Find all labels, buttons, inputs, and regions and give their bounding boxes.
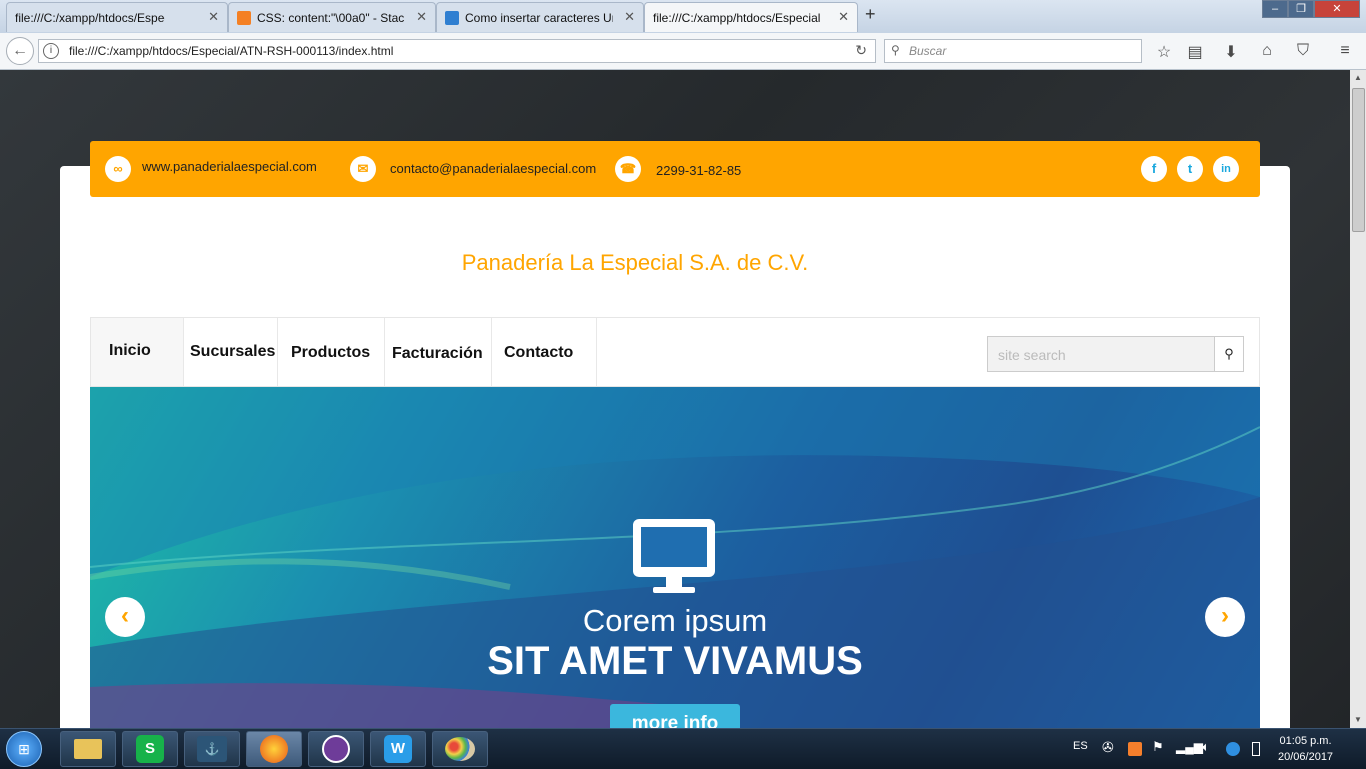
site-search-input[interactable]: site search ⚲ bbox=[987, 336, 1244, 372]
mail-icon: ✉ bbox=[350, 156, 376, 182]
nav-label: Inicio bbox=[109, 342, 151, 359]
stackoverflow-favicon-icon bbox=[237, 10, 251, 25]
scrollbar-thumb[interactable] bbox=[1352, 88, 1365, 232]
hero-slider: ‹ › Corem ipsum SIT AMET VIVAMUS more in… bbox=[90, 387, 1260, 728]
close-tab-icon[interactable]: ✕ bbox=[208, 3, 219, 31]
reload-icon[interactable]: ↻ bbox=[855, 42, 867, 59]
system-clock[interactable]: 01:05 p.m. 20/06/2017 bbox=[1278, 733, 1333, 765]
maximize-button[interactable]: ❐ bbox=[1288, 0, 1314, 18]
github-app-icon[interactable] bbox=[308, 731, 364, 767]
browser-tab-bar: file:///C:/xampp/htdocs/Especial ✕ CSS: … bbox=[0, 0, 1366, 33]
page-scrollbar[interactable]: ▲ ▼ bbox=[1350, 70, 1366, 728]
tab-title: CSS: content:"\00a0" - Stack bbox=[257, 10, 405, 25]
bookmark-star-icon[interactable]: ☆ bbox=[1154, 42, 1174, 62]
writer-app-icon[interactable]: W bbox=[370, 731, 426, 767]
pocket-icon[interactable]: ⛉ bbox=[1293, 42, 1313, 60]
search-icon: ⚲ bbox=[891, 43, 900, 57]
linkedin-icon[interactable]: in bbox=[1213, 156, 1239, 182]
nav-label: Contacto bbox=[504, 344, 574, 361]
nav-item-facturacion[interactable]: Facturación bbox=[385, 318, 492, 386]
language-indicator[interactable]: ES bbox=[1073, 740, 1088, 752]
slider-title: SIT AMET VIVAMUS bbox=[487, 639, 863, 683]
browser-tab-2[interactable]: CSS: content:"\00a0" - Stack ✕ bbox=[228, 2, 436, 32]
slider-subtitle: Corem ipsum bbox=[582, 603, 768, 638]
email-link[interactable]: contacto@panaderialaespecial.com bbox=[390, 161, 596, 176]
website-link[interactable]: www.panaderialaespecial.com bbox=[142, 159, 317, 174]
nav-item-sucursales[interactable]: Sucursales bbox=[184, 318, 278, 386]
new-tab-button[interactable]: + bbox=[865, 4, 876, 25]
nav-label: Facturación bbox=[392, 345, 483, 362]
update-tray-icon[interactable] bbox=[1226, 742, 1240, 756]
site-favicon-icon bbox=[445, 10, 459, 25]
signal-icon[interactable]: ▂▄▆ bbox=[1176, 740, 1203, 754]
action-center-flag-icon[interactable]: ⚑ bbox=[1152, 739, 1164, 755]
nav-item-productos[interactable]: Productos bbox=[278, 318, 385, 386]
main-navigation: Inicio Sucursales Productos Facturación … bbox=[90, 317, 1260, 387]
site-search-placeholder: site search bbox=[998, 347, 1066, 363]
browser-nav-bar: ← i file:///C:/xampp/htdocs/Especial/ATN… bbox=[0, 33, 1366, 70]
xampp-tray-icon[interactable] bbox=[1128, 742, 1142, 756]
reading-list-icon[interactable]: ▤ bbox=[1185, 42, 1205, 62]
windows-taskbar: ⊞ S ⚓ W ES ✇ ⚑ ▂▄▆ 🔈︎ 01:05 p.m. 20/06/2… bbox=[0, 728, 1366, 769]
download-icon[interactable]: ⬇ bbox=[1221, 42, 1241, 62]
address-bar[interactable]: i file:///C:/xampp/htdocs/Especial/ATN-R… bbox=[38, 39, 876, 63]
twitter-icon[interactable]: t bbox=[1177, 156, 1203, 182]
clock-time: 01:05 p.m. bbox=[1279, 735, 1332, 747]
file-explorer-icon[interactable] bbox=[60, 731, 116, 767]
close-tab-icon[interactable]: ✕ bbox=[838, 3, 849, 31]
monitor-icon bbox=[633, 519, 715, 593]
firefox-icon[interactable] bbox=[246, 731, 302, 767]
more-info-button[interactable]: more info bbox=[610, 704, 740, 728]
volume-muted-icon[interactable]: 🔈︎ bbox=[1202, 739, 1210, 755]
brand-title[interactable]: Panadería La Especial S.A. de C.V. bbox=[0, 250, 1270, 276]
clock-date: 20/06/2017 bbox=[1278, 751, 1334, 763]
nav-item-inicio[interactable]: Inicio bbox=[91, 318, 184, 386]
search-placeholder: Buscar bbox=[909, 44, 947, 58]
scroll-up-icon[interactable]: ▲ bbox=[1350, 70, 1366, 86]
link-icon: ∞ bbox=[105, 156, 131, 182]
menu-icon[interactable]: ≡ bbox=[1335, 42, 1355, 60]
search-icon[interactable]: ⚲ bbox=[1214, 337, 1243, 371]
browser-search-input[interactable]: ⚲ Buscar bbox=[884, 39, 1142, 63]
battery-icon[interactable] bbox=[1252, 742, 1260, 756]
browser-tab-4-active[interactable]: file:///C:/xampp/htdocs/Especial ✕ bbox=[644, 2, 858, 32]
mysql-workbench-icon[interactable]: ⚓ bbox=[184, 731, 240, 767]
close-tab-icon[interactable]: ✕ bbox=[416, 3, 427, 31]
tab-title: file:///C:/xampp/htdocs/Especial bbox=[653, 10, 821, 25]
paint-app-icon[interactable] bbox=[432, 731, 488, 767]
home-icon[interactable]: ⌂ bbox=[1257, 42, 1277, 60]
minimize-button[interactable]: – bbox=[1262, 0, 1288, 18]
phone-icon: ☎ bbox=[615, 156, 641, 182]
close-tab-icon[interactable]: ✕ bbox=[624, 3, 635, 31]
back-button[interactable]: ← bbox=[6, 37, 34, 65]
browser-tab-1[interactable]: file:///C:/xampp/htdocs/Especial ✕ bbox=[6, 2, 228, 32]
page-viewport: ∞ www.panaderialaespecial.com ✉ contacto… bbox=[0, 70, 1350, 728]
contact-top-bar: ∞ www.panaderialaespecial.com ✉ contacto… bbox=[90, 141, 1260, 197]
phone-number: 2299-31-82-85 bbox=[656, 163, 742, 178]
info-icon[interactable]: i bbox=[43, 43, 59, 59]
url-text: file:///C:/xampp/htdocs/Especial/ATN-RSH… bbox=[69, 44, 394, 58]
nav-label: Sucursales bbox=[190, 343, 276, 360]
tab-title: file:///C:/xampp/htdocs/Especial bbox=[15, 10, 165, 25]
start-button-icon[interactable]: ⊞ bbox=[6, 731, 42, 767]
browser-tab-3[interactable]: Como insertar caracteres Uni ✕ bbox=[436, 2, 644, 32]
spreadsheet-app-icon[interactable]: S bbox=[122, 731, 178, 767]
facebook-icon[interactable]: f bbox=[1141, 156, 1167, 182]
nav-label: Productos bbox=[291, 344, 371, 361]
network-share-icon[interactable]: ✇ bbox=[1102, 739, 1114, 756]
close-window-button[interactable]: ✕ bbox=[1314, 0, 1360, 18]
tab-title: Como insertar caracteres Uni bbox=[465, 10, 613, 25]
nav-item-contacto[interactable]: Contacto bbox=[492, 318, 597, 386]
scroll-down-icon[interactable]: ▼ bbox=[1350, 712, 1366, 728]
